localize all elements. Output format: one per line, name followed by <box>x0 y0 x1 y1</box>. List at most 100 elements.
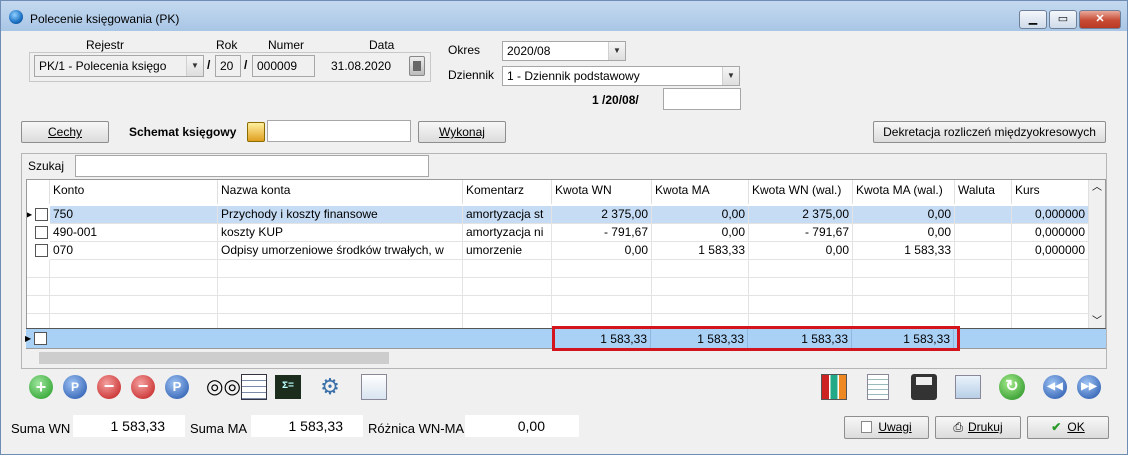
windows-icon[interactable] <box>955 375 981 399</box>
col-kwota-ma-wal[interactable]: Kwota MA (wal.) <box>853 180 955 204</box>
roznica-value: 0,00 <box>465 415 579 437</box>
delete-checked-icon[interactable]: − <box>131 375 155 399</box>
refresh-icon[interactable]: ↻ <box>999 374 1025 400</box>
cell-konto: 070 <box>50 242 218 260</box>
suma-ma-value: 1 583,33 <box>251 415 363 437</box>
rok-field[interactable]: 20 <box>215 55 241 77</box>
row-checkbox[interactable] <box>35 226 48 239</box>
table-header: Konto Nazwa konta Komentarz Kwota WN Kwo… <box>27 180 1089 204</box>
p-icon[interactable]: P <box>165 375 189 399</box>
wykonaj-label: Wykonaj <box>439 125 485 139</box>
okres-select[interactable]: 2020/08 ▼ <box>502 41 626 61</box>
calendar-grid-icon[interactable] <box>241 374 267 400</box>
dziennik-label: Dziennik <box>448 68 495 82</box>
col-select <box>27 180 50 204</box>
cell-wn-wal: 0,00 <box>749 242 853 260</box>
cell-ma-wal: 0,00 <box>853 224 955 242</box>
cell-ma-wal: 0,00 <box>853 206 955 224</box>
schemat-field[interactable] <box>267 120 411 142</box>
drukuj-button[interactable]: ⎙ Drukuj <box>935 416 1021 439</box>
save-icon[interactable] <box>911 374 937 400</box>
cell-waluta <box>955 224 1012 242</box>
dekretacja-button[interactable]: Dekretacja rozliczeń międzyokresowych <box>873 121 1106 143</box>
col-kurs[interactable]: Kurs <box>1012 180 1089 204</box>
main-window: Polecenie księgowania (PK) ▁ ▭ ✕ Rejestr… <box>0 0 1128 455</box>
document-list-icon[interactable] <box>867 374 889 400</box>
empty-row <box>27 278 1089 296</box>
cell-wn: 0,00 <box>552 242 652 260</box>
cell-waluta <box>955 206 1012 224</box>
cell-wn: 2 375,00 <box>552 206 652 224</box>
numer-label: Numer <box>268 38 305 52</box>
close-button[interactable]: ✕ <box>1079 10 1121 29</box>
col-kwota-wn[interactable]: Kwota WN <box>552 180 652 204</box>
suma-wn-value: 1 583,33 <box>73 415 185 437</box>
okres-label: Okres <box>448 43 481 57</box>
previous-icon[interactable]: ◀◀ <box>1043 375 1067 399</box>
calendar-icon[interactable] <box>409 56 425 76</box>
horizontal-scrollbar[interactable] <box>39 350 1106 366</box>
rejestr-select[interactable]: PK/1 - Polecenia księgo ▼ <box>34 55 204 77</box>
empty-row <box>27 296 1089 314</box>
gears-icon[interactable]: ⚙ <box>317 374 343 400</box>
maximize-button[interactable]: ▭ <box>1049 10 1077 29</box>
bar-chart-icon[interactable] <box>821 374 847 400</box>
uwagi-button[interactable]: Uwagi <box>844 416 929 439</box>
printer-icon: ⎙ <box>953 420 963 434</box>
cell-nazwa: koszty KUP <box>218 224 463 242</box>
add-icon[interactable]: + <box>29 375 53 399</box>
table-row[interactable]: ▶ 750 Przychody i koszty finansowe amort… <box>27 206 1089 224</box>
suma-ma-label: Suma MA <box>190 421 248 436</box>
totals-checkbox[interactable] <box>34 332 47 345</box>
delete-icon[interactable]: − <box>97 375 121 399</box>
vertical-scrollbar[interactable]: ︿ ﹀ <box>1088 180 1105 330</box>
table-row[interactable]: 490-001 koszty KUP amortyzacja ni - 791,… <box>27 224 1089 242</box>
drukuj-label: Drukuj <box>967 420 1003 434</box>
row-checkbox[interactable] <box>35 244 48 257</box>
cell-kurs: 0,000000 <box>1012 242 1089 260</box>
dziennik-select[interactable]: 1 - Dziennik podstawowy ▼ <box>502 66 740 86</box>
numer-field[interactable]: 000009 <box>252 55 315 77</box>
binoculars-icon[interactable]: ◎◎ <box>206 375 241 399</box>
data-value: 31.08.2020 <box>331 59 392 73</box>
empty-row <box>27 260 1089 278</box>
search-input[interactable] <box>75 155 429 177</box>
minimize-button[interactable]: ▁ <box>1019 10 1047 29</box>
col-konto[interactable]: Konto <box>50 180 218 204</box>
cell-konto: 750 <box>50 206 218 224</box>
cell-komentarz: amortyzacja ni <box>463 224 552 242</box>
col-komentarz[interactable]: Komentarz <box>463 180 552 204</box>
cell-konto: 490-001 <box>50 224 218 242</box>
col-kwota-ma[interactable]: Kwota MA <box>652 180 749 204</box>
next-icon[interactable]: ▶▶ <box>1077 375 1101 399</box>
col-kwota-wn-wal[interactable]: Kwota WN (wal.) <box>749 180 853 204</box>
cechy-button[interactable]: Cechy <box>21 121 109 143</box>
cell-ma: 0,00 <box>652 224 749 242</box>
cell-wn-wal: - 791,67 <box>749 224 853 242</box>
app-icon <box>9 10 23 24</box>
view-details-icon[interactable]: P <box>63 375 87 399</box>
schemat-picker-icon[interactable] <box>247 122 265 142</box>
cell-ma: 1 583,33 <box>652 242 749 260</box>
ok-button[interactable]: ✔ OK <box>1027 416 1109 439</box>
dziennik-number: 1 /20/08/ <box>592 93 639 107</box>
suma-wn-label: Suma WN <box>11 421 71 436</box>
rejestr-label: Rejestr <box>86 38 125 52</box>
ok-label: OK <box>1067 420 1085 434</box>
rejestr-value: PK/1 - Polecenia księgo <box>39 59 167 73</box>
cell-nazwa: Odpisy umorzeniowe środków trwałych, w <box>218 242 463 260</box>
table-row[interactable]: 070 Odpisy umorzeniowe środków trwałych,… <box>27 242 1089 260</box>
window-chart-icon[interactable] <box>361 374 387 400</box>
chevron-up-icon[interactable]: ︿ <box>1089 180 1105 196</box>
col-waluta[interactable]: Waluta <box>955 180 1012 204</box>
dziennik-number-field[interactable] <box>663 88 741 110</box>
scroll-thumb[interactable] <box>39 352 389 364</box>
wykonaj-button[interactable]: Wykonaj <box>418 121 506 143</box>
col-nazwa-konta[interactable]: Nazwa konta <box>218 180 463 204</box>
cell-kurs: 0,000000 <box>1012 206 1089 224</box>
cechy-label: Cechy <box>47 125 82 139</box>
row-checkbox[interactable] <box>35 208 48 221</box>
roznica-label: Różnica WN-MA <box>368 421 465 436</box>
cell-komentarz: amortyzacja st <box>463 206 552 224</box>
formula-icon[interactable]: Σ= <box>275 375 301 399</box>
